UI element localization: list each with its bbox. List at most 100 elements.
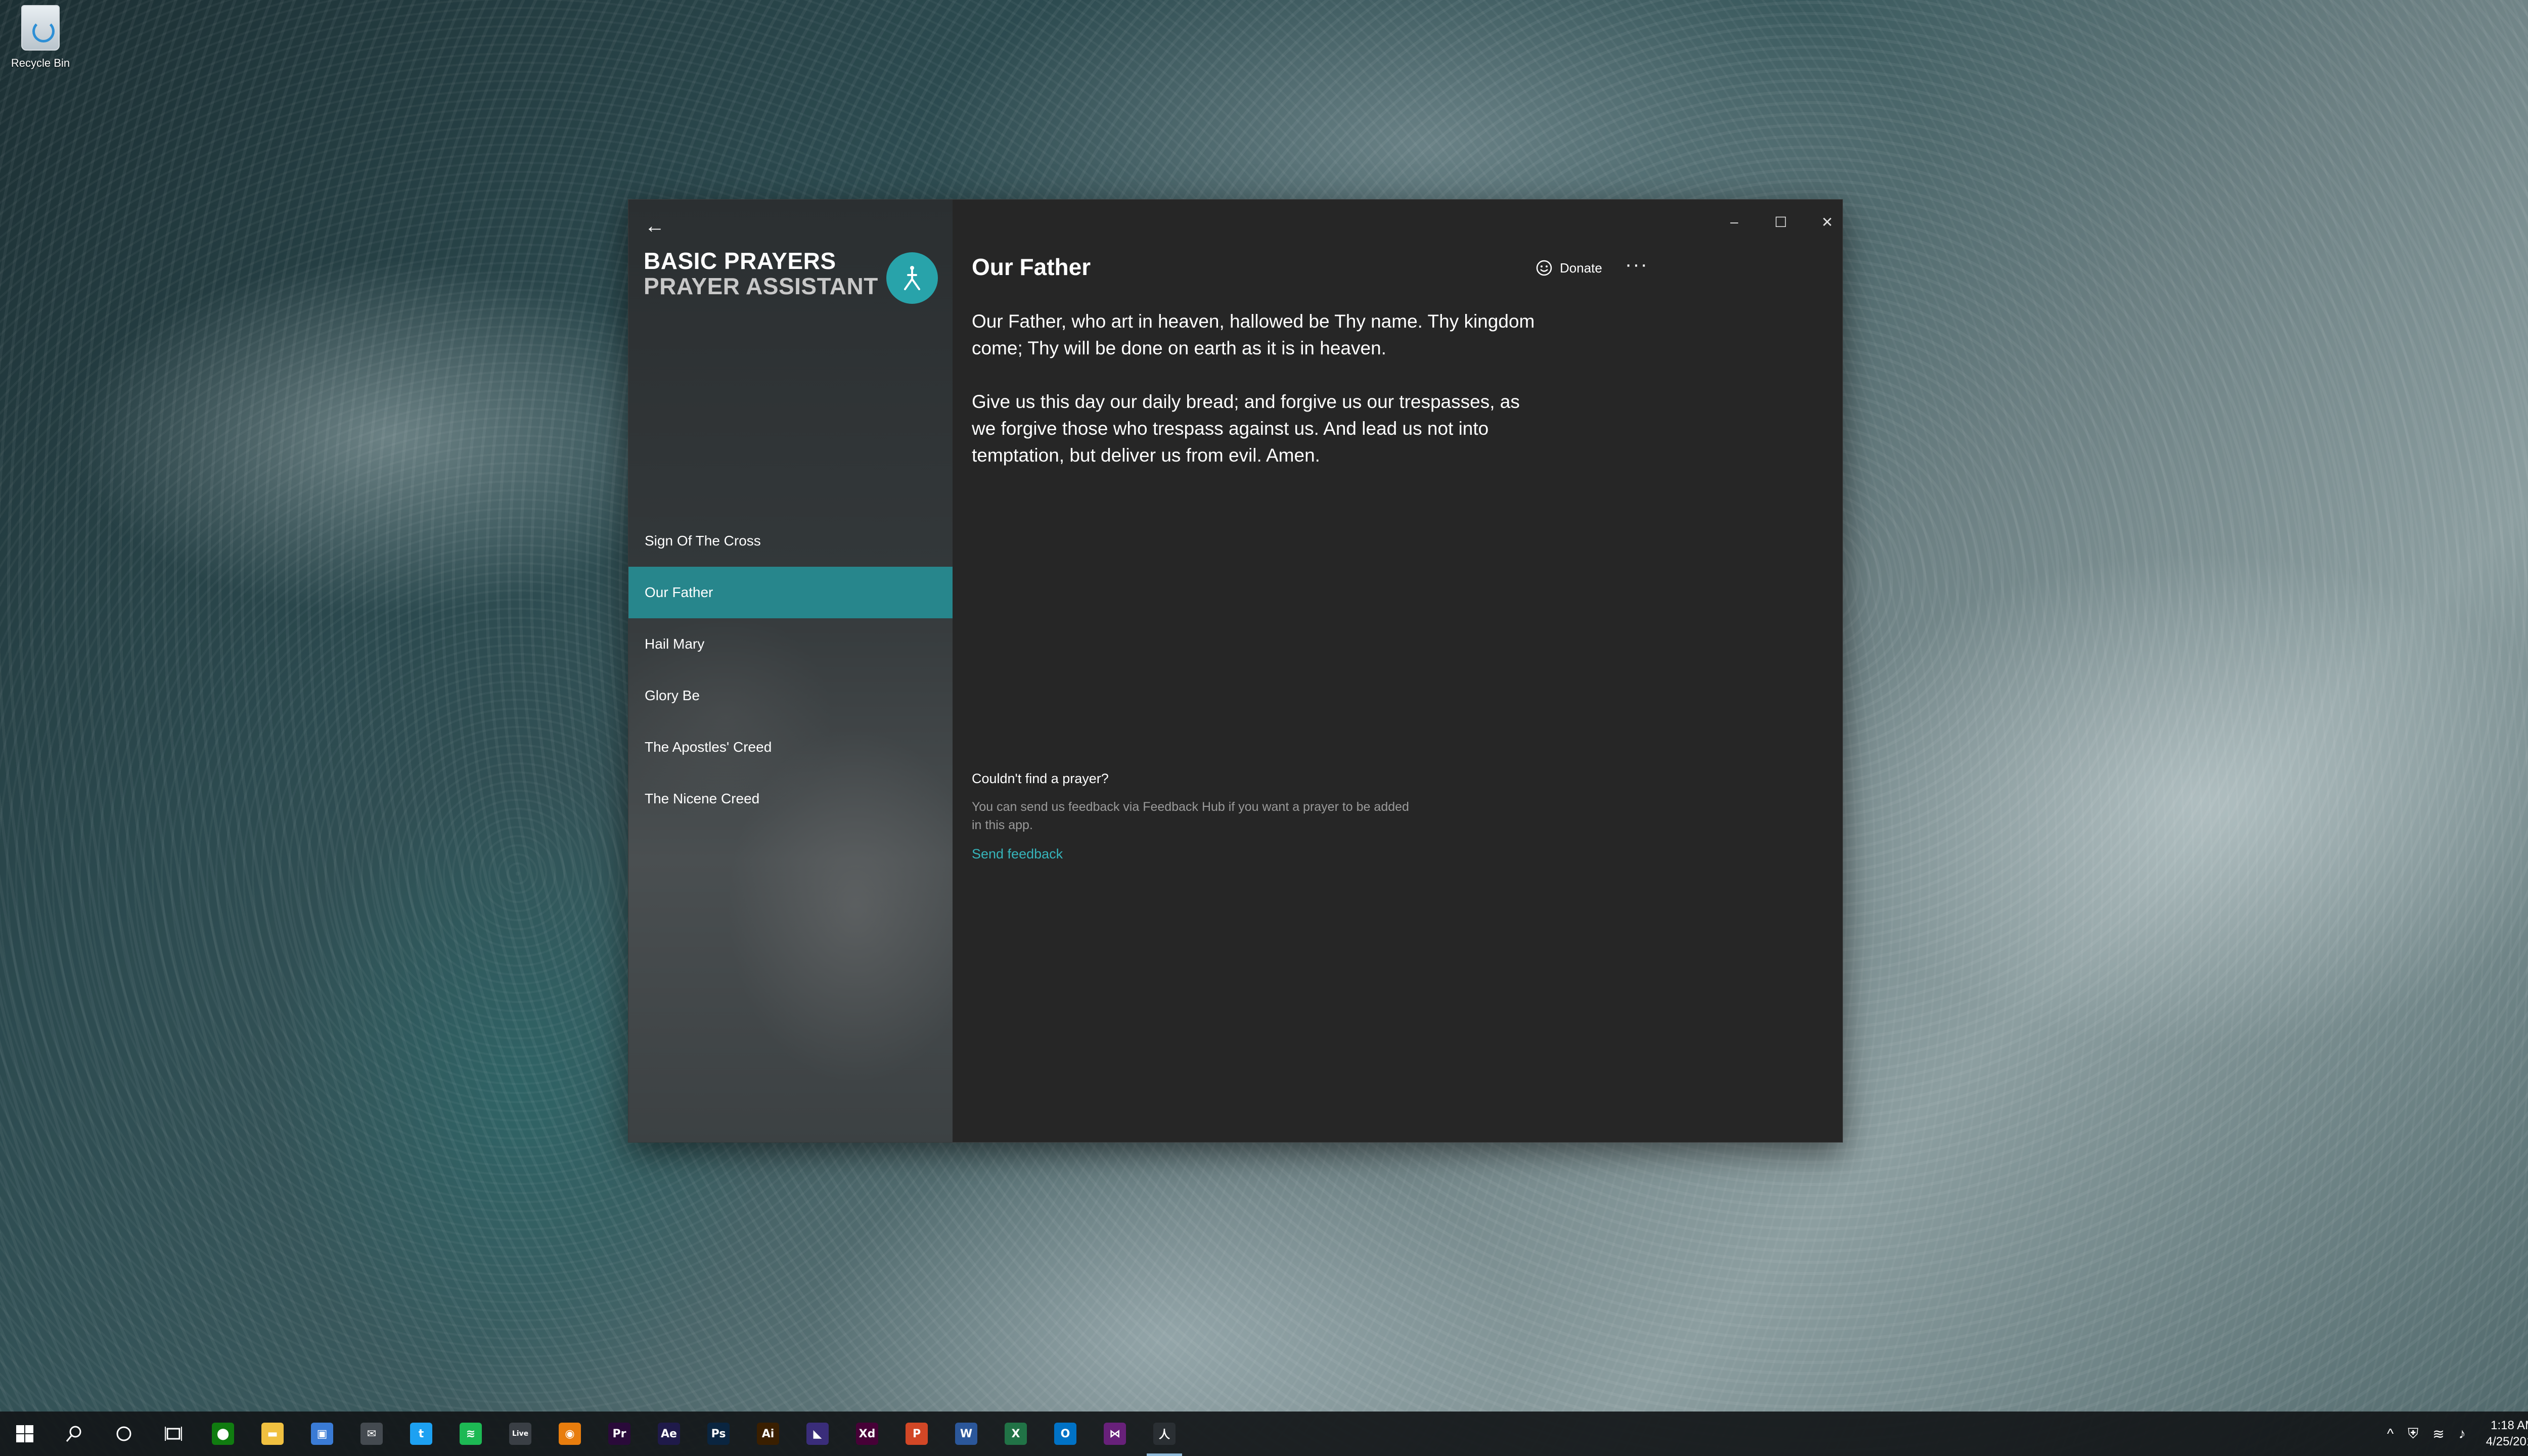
donate-label: Donate [1560,260,1602,276]
page-title: Our Father [972,254,1091,280]
file-explorer-icon: ▬ [261,1423,284,1445]
nav-item[interactable]: Our Father [628,567,953,618]
excel-icon: X [1005,1423,1027,1445]
app-logo-icon [886,252,938,304]
app-title: BASIC PRAYERS [644,248,836,274]
visual-studio-installer-icon: ◣ [806,1423,829,1445]
photoshop-icon: Ps [707,1423,730,1445]
nav-item[interactable]: Glory Be [628,670,953,721]
outlook-icon: O [1054,1423,1076,1445]
pinned-apps: ⬤ ▬ ▣ ✉ t ≋ Live ◉ Pr Ae Ps Ai ◣ Xd P W X O ⋈ 人 [198,1412,1189,1456]
taskbar-app-outlook[interactable]: O [1041,1412,1090,1456]
taskbar-app-blender[interactable]: ◉ [545,1412,595,1456]
cortana-icon [116,1426,131,1441]
taskbar-app-store[interactable]: ▣ [297,1412,347,1456]
recycle-bin-icon [21,5,60,51]
word-icon: W [955,1423,977,1445]
more-icon: ··· [1625,253,1648,276]
content-area: – ☐ ✕ Our Father Donate ··· Our Father, … [953,200,1842,1142]
donate-button[interactable]: Donate [1536,259,1602,277]
taskbar-app-after-effects[interactable]: Ae [644,1412,694,1456]
recycle-bin-label: Recycle Bin [11,57,70,69]
chevron-up-icon[interactable]: ^ [2387,1426,2394,1442]
send-feedback-link[interactable]: Send feedback [972,846,1063,862]
taskbar-app-premiere[interactable]: Pr [595,1412,644,1456]
taskbar-app-live[interactable]: Live [495,1412,545,1456]
maximize-button[interactable]: ☐ [1760,209,1801,235]
more-options-button[interactable]: ··· [1619,254,1654,280]
taskbar-app-visual-studio-installer[interactable]: ◣ [793,1412,842,1456]
feedback-title: Couldn't find a prayer? [972,771,1109,786]
nav-item[interactable]: Sign Of The Cross [628,515,953,567]
close-icon: ✕ [1821,214,1833,230]
task-view-button[interactable] [149,1412,198,1456]
visual-studio-icon: ⋈ [1104,1423,1126,1445]
taskbar-app-twitter[interactable]: t [396,1412,446,1456]
navigation-pane: ← BASIC PRAYERS PRAYER ASSISTANT Sign Of… [628,200,953,1142]
taskbar-app-illustrator[interactable]: Ai [743,1412,793,1456]
start-button[interactable] [0,1412,50,1456]
nav-item-label: Glory Be [645,688,700,703]
back-button[interactable]: ← [639,210,671,242]
prayer-text: Our Father, who art in heaven, hallowed … [972,308,1548,469]
prayer-assistant-icon: 人 [1153,1423,1176,1445]
taskbar-app-photoshop[interactable]: Ps [694,1412,743,1456]
premiere-icon: Pr [608,1423,630,1445]
illustrator-icon: Ai [757,1423,779,1445]
taskbar-app-spotify[interactable]: ≋ [446,1412,495,1456]
twitter-icon: t [410,1423,432,1445]
nav-item-label: The Apostles' Creed [645,739,772,755]
taskbar-app-file-explorer[interactable]: ▬ [248,1412,297,1456]
nav-item[interactable]: The Apostles' Creed [628,721,953,773]
app-window: ← BASIC PRAYERS PRAYER ASSISTANT Sign Of… [628,199,1843,1143]
network-icon[interactable]: ≋ [2432,1426,2444,1442]
powerpoint-icon: P [906,1423,928,1445]
search-icon [66,1426,81,1442]
minimize-button[interactable]: – [1714,209,1754,235]
store-icon: ▣ [311,1423,333,1445]
cortana-button[interactable] [99,1412,149,1456]
live-icon: Live [509,1423,531,1445]
system-tray: ^ ⛨ ≋ ♪ 1:18 AM 4/25/2019 ▭ [2380,1412,2528,1456]
app-brand: BASIC PRAYERS PRAYER ASSISTANT [644,248,878,299]
nav-item-label: The Nicene Creed [645,791,760,806]
app-subtitle: PRAYER ASSISTANT [644,273,878,299]
volume-icon[interactable]: ♪ [2459,1426,2466,1442]
taskbar-app-word[interactable]: W [941,1412,991,1456]
task-view-icon [165,1427,182,1441]
taskbar: ⬤ ▬ ▣ ✉ t ≋ Live ◉ Pr Ae Ps Ai ◣ Xd P W X O ⋈ 人 ^ ⛨ ≋ ♪ 1:1… [0,1412,2528,1456]
feedback-description: You can send us feedback via Feedback Hu… [972,800,1409,832]
taskbar-app-xd[interactable]: Xd [842,1412,892,1456]
taskbar-app-prayer-assistant[interactable]: 人 [1140,1412,1189,1456]
taskbar-app-powerpoint[interactable]: P [892,1412,941,1456]
taskbar-app-mail[interactable]: ✉ [347,1412,396,1456]
prayer-paragraph: Give us this day our daily bread; and fo… [972,391,1520,466]
close-button[interactable]: ✕ [1807,209,1847,235]
security-icon[interactable]: ⛨ [2408,1426,2418,1442]
windows-logo-icon [16,1425,33,1442]
clock[interactable]: 1:18 AM 4/25/2019 [2486,1418,2528,1450]
after-effects-icon: Ae [658,1423,680,1445]
recycle-bin[interactable]: Recycle Bin [5,3,76,74]
back-arrow-icon: ← [645,215,665,237]
minimize-icon: – [1730,214,1738,230]
clock-time: 1:18 AM [2491,1419,2528,1432]
smiley-icon [1536,260,1552,276]
search-button[interactable] [50,1412,99,1456]
taskbar-app-xbox[interactable]: ⬤ [198,1412,248,1456]
taskbar-app-excel[interactable]: X [991,1412,1041,1456]
xbox-icon: ⬤ [212,1423,234,1445]
blender-icon: ◉ [559,1423,581,1445]
nav-item-label: Sign Of The Cross [645,533,761,549]
nav-item[interactable]: The Nicene Creed [628,773,953,825]
nav-item-label: Hail Mary [645,636,705,652]
prayer-nav-list: Sign Of The Cross Our Father Hail Mary Glor… [628,515,953,825]
maximize-icon: ☐ [1774,214,1787,230]
xd-icon: Xd [856,1423,878,1445]
nav-item[interactable]: Hail Mary [628,618,953,670]
prayer-paragraph: Our Father, who art in heaven, hallowed … [972,311,1535,358]
spotify-icon: ≋ [460,1423,482,1445]
taskbar-app-visual-studio[interactable]: ⋈ [1090,1412,1140,1456]
feedback-section: Couldn't find a prayer? You can send us … [972,771,1417,862]
clock-date: 4/25/2019 [2486,1435,2528,1448]
